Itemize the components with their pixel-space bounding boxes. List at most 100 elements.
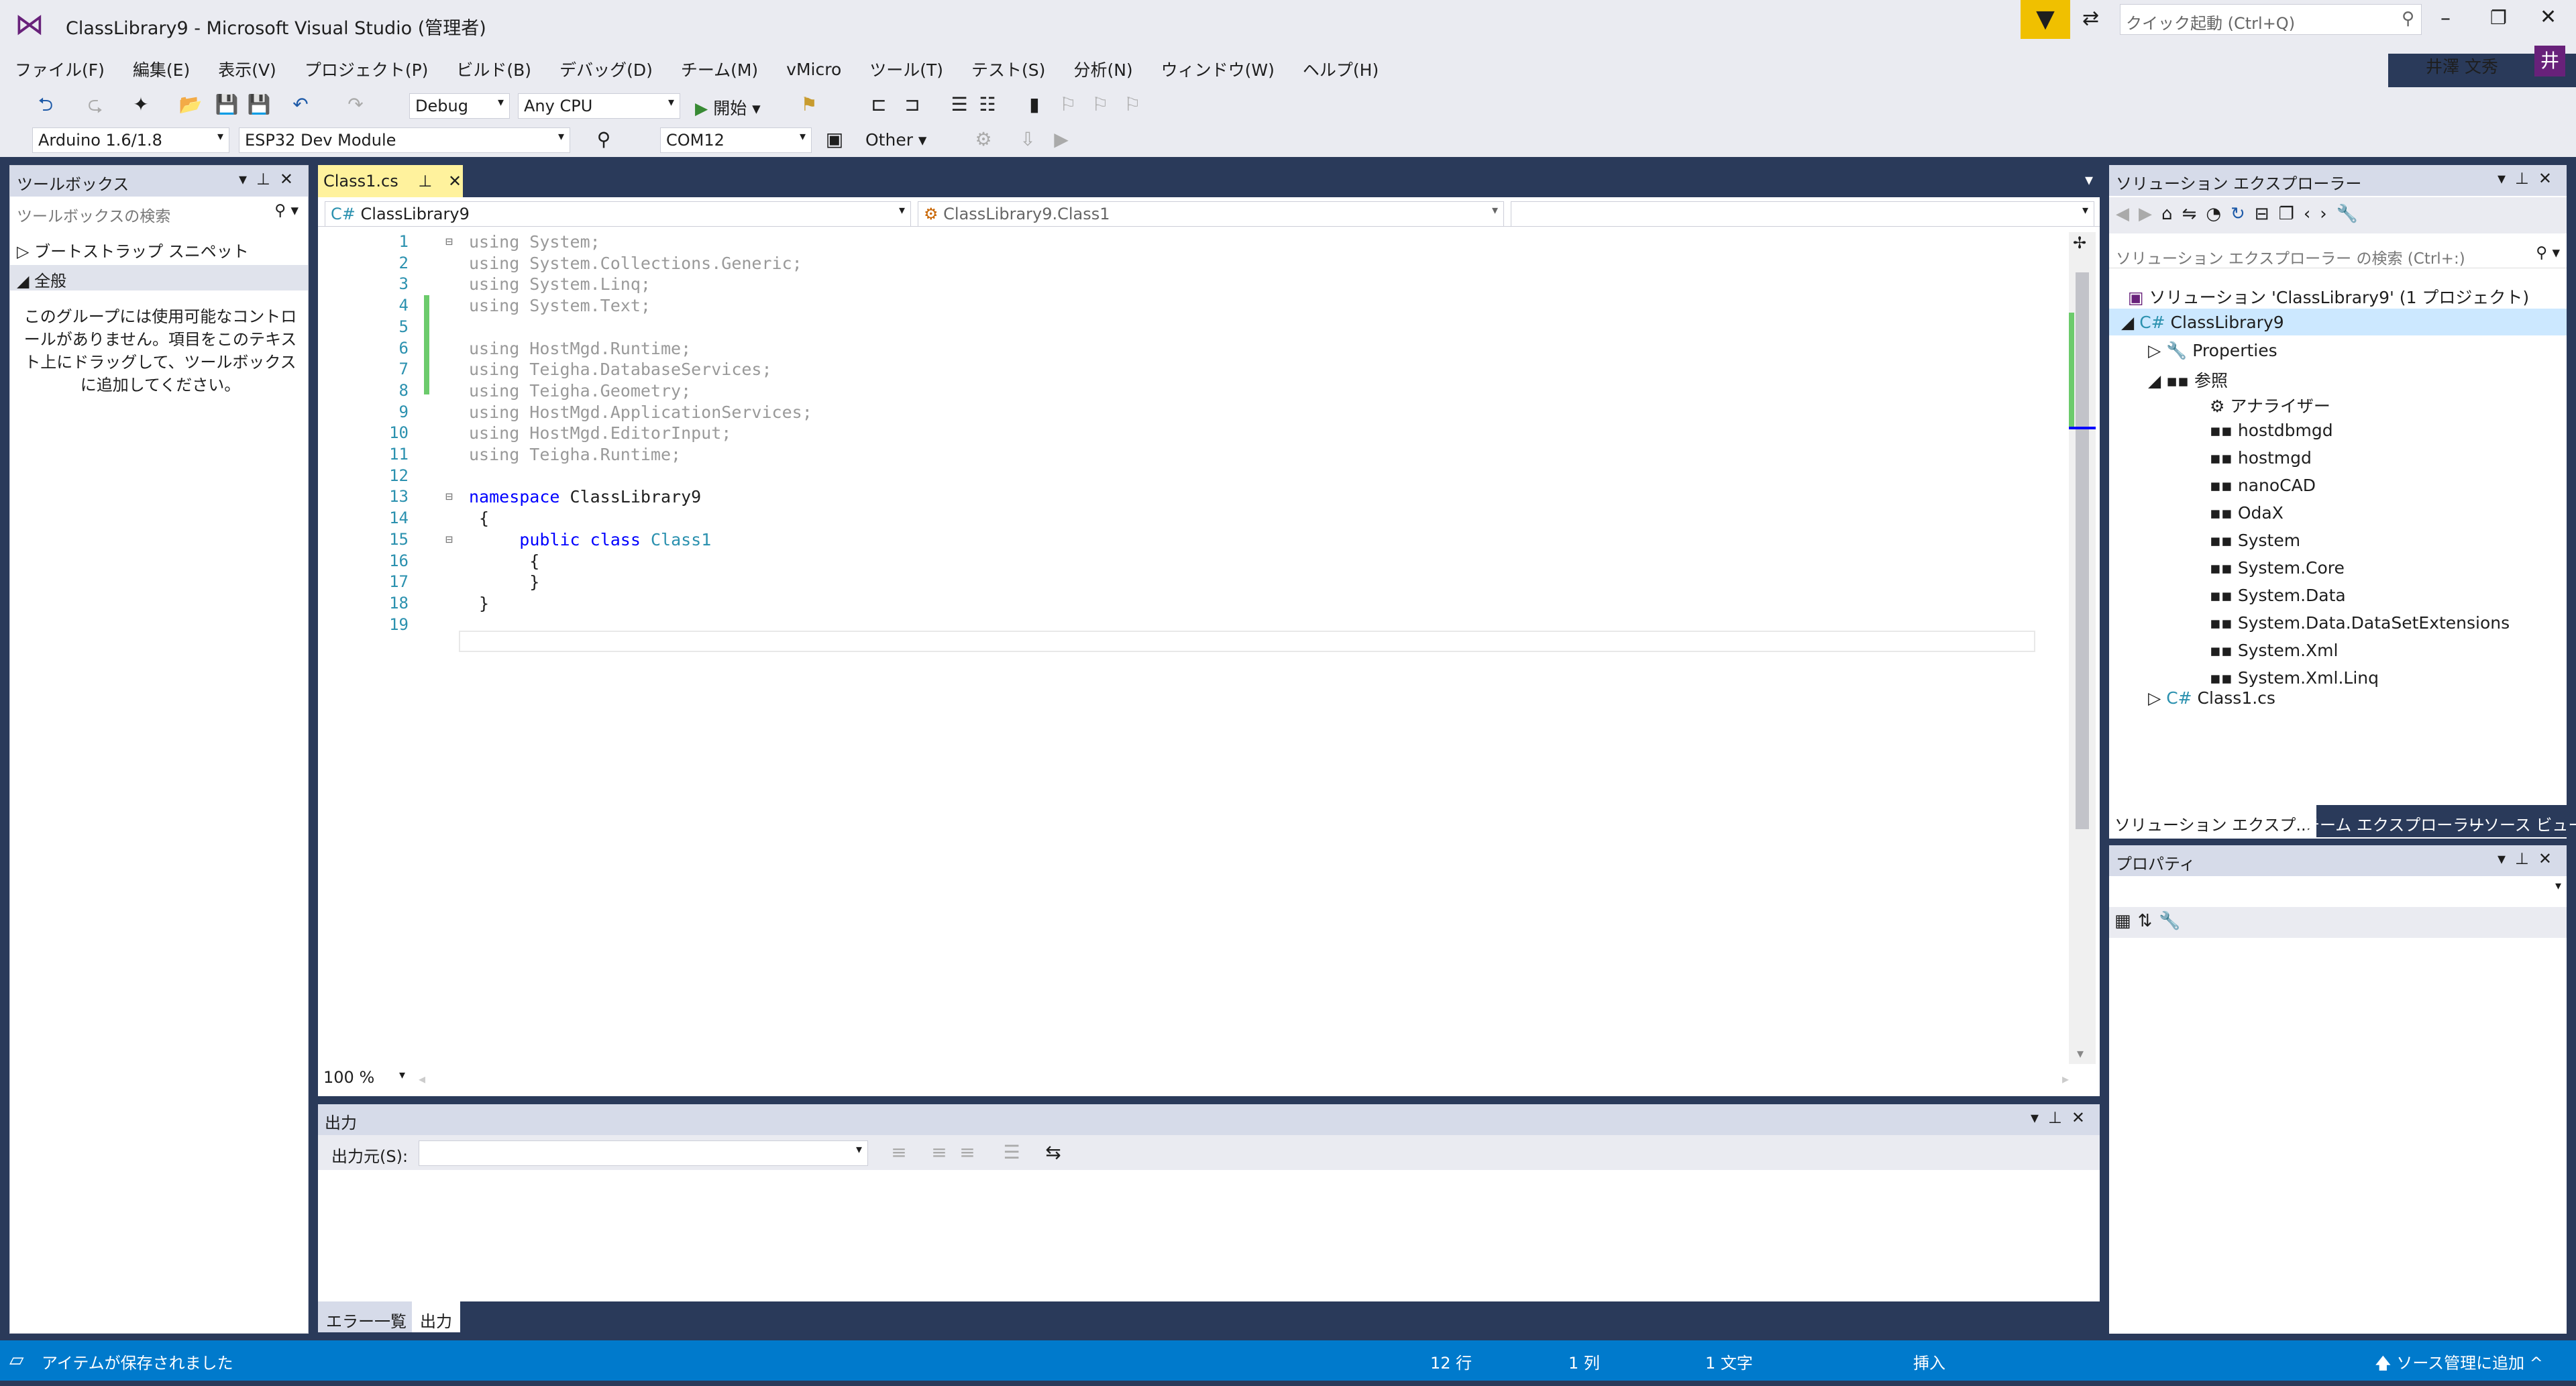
code-line[interactable]: 13 namespace ClassLibrary9 <box>345 487 2022 508</box>
member-nav[interactable]: ▾ <box>1511 201 2094 227</box>
class-nav[interactable]: ⚙ ClassLibrary9.Class1 ▾ <box>918 201 1504 227</box>
word-wrap-icon[interactable]: ⇆ <box>1040 1139 1067 1166</box>
code-line[interactable]: 16 { <box>345 551 2022 572</box>
filter-icon[interactable]: ▼ <box>2021 0 2070 39</box>
reference-item[interactable]: ▪▪ nanoCAD <box>2210 476 2316 495</box>
back-icon[interactable]: ⮌ <box>32 91 59 118</box>
undo-icon[interactable]: ↶ <box>287 91 314 118</box>
avatar[interactable]: 井 <box>2534 46 2565 76</box>
open-icon[interactable]: 📂 <box>177 91 204 118</box>
code-line[interactable]: 6 using HostMgd.Runtime; <box>345 339 2022 360</box>
arduino-version-select[interactable]: Arduino 1.6/1.8 ▾ <box>32 127 229 153</box>
code-line[interactable]: 15 public class Class1 <box>345 530 2022 551</box>
collapse-icon[interactable]: ⊟ <box>445 533 453 547</box>
references-node[interactable]: ◢ ▪▪ 参照 <box>2148 368 2228 392</box>
home-icon[interactable]: ⌂ <box>2161 204 2182 224</box>
code-line[interactable]: 12 <box>345 466 2022 487</box>
port-select[interactable]: COM12 ▾ <box>660 127 812 153</box>
outdent-icon[interactable]: ☷ <box>974 91 1001 118</box>
properties-object-select[interactable]: ▾ <box>2109 877 2567 903</box>
panel-buttons[interactable]: ▾⊥✕ <box>239 170 303 189</box>
collapse-icon[interactable]: ⊟ <box>445 235 453 249</box>
output-source-select[interactable]: ▾ <box>419 1140 868 1166</box>
menu-help[interactable]: ヘルプ(H) <box>1303 57 1379 81</box>
pin-icon[interactable]: ⊥ <box>418 172 432 191</box>
bookmark-icon[interactable]: ▮ <box>1021 91 1048 118</box>
menu-debug[interactable]: デバッグ(D) <box>559 57 653 81</box>
zoom-select[interactable]: 100 % ▾ <box>319 1067 411 1091</box>
project-node[interactable]: ◢ C# ClassLibrary9 <box>2121 313 2284 332</box>
collapse-icon[interactable]: ⊟ <box>2255 204 2279 224</box>
editor-hscroll[interactable]: ◂ ▸ <box>419 1071 2069 1087</box>
forward-icon[interactable]: ▶ <box>2139 204 2161 224</box>
split-icon[interactable]: ✢ <box>2073 233 2086 252</box>
reference-item[interactable]: ▪▪ System.Xml <box>2210 641 2338 660</box>
bookmark-next-icon[interactable]: ⚐ <box>1087 91 1114 118</box>
project-nav[interactable]: C# ClassLibrary9 ▾ <box>325 201 911 227</box>
code-line[interactable]: 14 { <box>345 509 2022 529</box>
categorized-icon[interactable]: ▦ <box>2114 911 2138 931</box>
menu-project[interactable]: プロジェクト(P) <box>305 57 429 81</box>
code-line[interactable]: 9 using HostMgd.ApplicationServices; <box>345 403 2022 423</box>
menu-tools[interactable]: ツール(T) <box>869 57 943 81</box>
browser-link-icon[interactable]: ⚑ <box>796 91 822 118</box>
start-button[interactable]: ▶ 開始 ▾ <box>695 95 761 119</box>
step-icon[interactable]: ⊏ <box>865 91 892 118</box>
menu-test[interactable]: テスト(S) <box>971 57 1045 81</box>
tab-error-list[interactable]: エラー一覧 <box>318 1301 415 1332</box>
solution-search[interactable]: ソリューション エクスプローラー の検索 (Ctrl+:) ⚲ ▾ <box>2109 242 2567 268</box>
close-button[interactable]: ✕ <box>2540 5 2557 29</box>
bookmark-clear-icon[interactable]: ⚐ <box>1119 91 1146 118</box>
code-icon[interactable]: ‹› <box>2304 204 2337 224</box>
code-line[interactable]: 18 } <box>345 594 2022 615</box>
code-line[interactable]: 11 using Teigha.Runtime; <box>345 445 2022 466</box>
reference-item[interactable]: ▪▪ OdaX <box>2210 503 2284 523</box>
clear-all-icon[interactable]: ☰ <box>998 1139 1025 1166</box>
code-line[interactable]: 3 using System.Linq; <box>345 274 2022 295</box>
restore-button[interactable]: ❐ <box>2490 7 2507 29</box>
refresh-icon[interactable]: ↻ <box>2231 204 2255 224</box>
indent-icon[interactable]: ☰ <box>946 91 973 118</box>
goto-prev-icon[interactable]: ≡ <box>885 1139 912 1166</box>
properties-node[interactable]: ▷ 🔧 Properties <box>2148 341 2277 361</box>
reference-item[interactable]: ▪▪ System.Xml.Linq <box>2210 668 2379 688</box>
serial-monitor-icon[interactable]: ▣ <box>821 126 848 153</box>
chevron-down-icon[interactable]: ▾ <box>2077 1045 2084 1061</box>
reference-item[interactable]: ▪▪ hostdbmgd <box>2210 421 2333 440</box>
new-project-icon[interactable]: ✦ <box>127 91 154 118</box>
sync-icon[interactable]: ⇋ <box>2182 204 2206 224</box>
goto-next-icon[interactable]: ≡ <box>926 1139 953 1166</box>
menu-vmicro[interactable]: vMicro <box>786 60 841 79</box>
code-line[interactable]: 2 using System.Collections.Generic; <box>345 254 2022 274</box>
collapse-icon[interactable]: ⊟ <box>445 490 453 504</box>
menu-team[interactable]: チーム(M) <box>681 57 758 81</box>
toolbox-group-general[interactable]: ◢ 全般 <box>10 265 308 290</box>
source-control-button[interactable]: 🡅 ソース管理に追加 ^ <box>2375 1350 2543 1379</box>
menu-analyze[interactable]: 分析(N) <box>1073 57 1132 81</box>
menu-view[interactable]: 表示(V) <box>218 57 276 81</box>
step-over-icon[interactable]: ⊐ <box>899 91 926 118</box>
gear-icon[interactable]: ⚙ <box>970 126 997 153</box>
wrench-icon[interactable]: 🔧 <box>2159 911 2187 931</box>
tab-overflow-icon[interactable]: ▾ <box>2085 170 2093 189</box>
scroll-thumb[interactable] <box>2076 272 2089 829</box>
alphabetical-icon[interactable]: ⇅ <box>2138 911 2159 931</box>
solution-root[interactable]: ▣ ソリューション 'ClassLibrary9' (1 プロジェクト) <box>2128 284 2529 309</box>
panel-buttons[interactable]: ▾⊥✕ <box>2031 1108 2094 1127</box>
code-line[interactable]: 10 using HostMgd.EditorInput; <box>345 423 2022 444</box>
reference-item[interactable]: ▪▪ System.Core <box>2210 558 2345 578</box>
platform-select[interactable]: Any CPU ▾ <box>518 93 680 119</box>
other-dropdown[interactable]: Other ▾ <box>865 130 926 150</box>
tab-solution-explorer[interactable]: ソリューション エクスプ... <box>2109 805 2317 837</box>
forward-icon[interactable]: ⮎ <box>82 91 109 118</box>
panel-buttons[interactable]: ▾⊥✕ <box>2498 169 2561 188</box>
wrench-icon[interactable]: 🔧 <box>2337 204 2367 224</box>
menu-window[interactable]: ウィンドウ(W) <box>1161 57 1275 81</box>
reference-item[interactable]: ▪▪ System.Data.DataSetExtensions <box>2210 613 2510 633</box>
code-line[interactable]: 5 <box>345 317 2022 338</box>
back-icon[interactable]: ◀ <box>2116 204 2139 224</box>
code-area[interactable]: 1 using System; 2 using System.Collections.… <box>345 232 2062 1064</box>
panel-buttons[interactable]: ▾⊥✕ <box>2498 849 2561 868</box>
menu-build[interactable]: ビルド(B) <box>456 57 531 81</box>
code-line[interactable]: 7 using Teigha.DatabaseServices; <box>345 360 2022 380</box>
